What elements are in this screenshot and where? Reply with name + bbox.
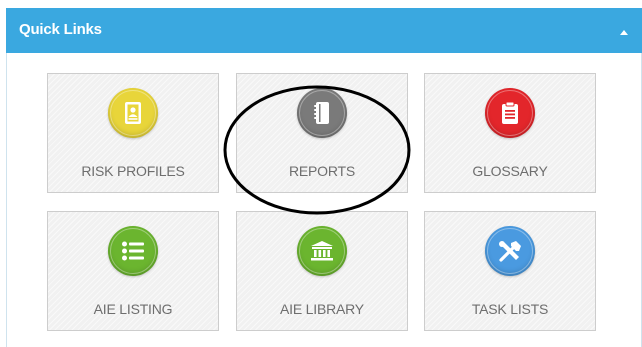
tile-label: GLOSSARY — [472, 163, 548, 179]
tile-risk-profiles[interactable]: RISK PROFILES — [47, 73, 219, 193]
tile-aie-listing[interactable]: AIE LISTING — [47, 211, 219, 331]
clipboard-icon — [485, 88, 535, 138]
list-icon — [108, 226, 158, 276]
tile-label: REPORTS — [288, 163, 356, 179]
profile-card-icon — [108, 88, 158, 138]
tile-label: TASK LISTS — [471, 301, 549, 317]
tile-task-lists[interactable]: TASK LISTS — [424, 211, 596, 331]
quick-links-panel: Quick Links RISK PROFILES REPORTS GLOSSA… — [0, 0, 642, 347]
tools-icon — [485, 226, 535, 276]
tile-label: AIE LISTING — [93, 301, 173, 317]
tile-label: AIE LIBRARY — [280, 301, 364, 317]
notebook-icon — [297, 88, 347, 138]
tile-label: RISK PROFILES — [81, 163, 185, 179]
panel-body: RISK PROFILES REPORTS GLOSSARY AIE LISTI… — [6, 53, 642, 347]
panel-header: Quick Links — [6, 8, 642, 53]
tile-aie-library[interactable]: AIE LIBRARY — [236, 211, 408, 331]
tile-glossary[interactable]: GLOSSARY — [424, 73, 596, 193]
panel-title: Quick Links — [19, 21, 102, 38]
chevron-up-icon[interactable] — [620, 30, 628, 35]
tile-reports[interactable]: REPORTS — [236, 73, 408, 193]
library-building-icon — [297, 226, 347, 276]
